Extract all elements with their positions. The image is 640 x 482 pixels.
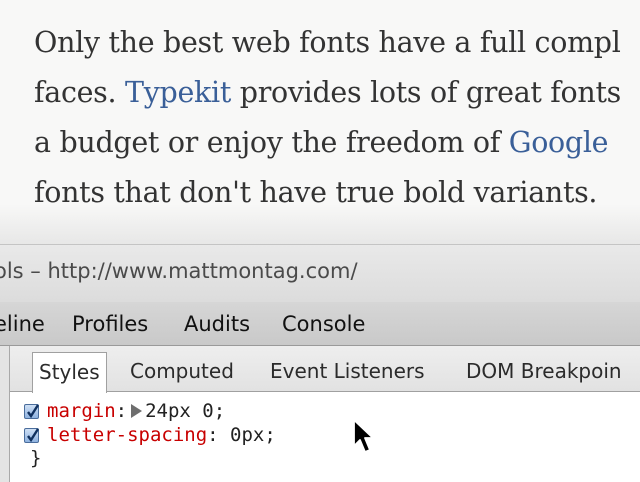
article-line-1: Only the best web fonts have a full comp…: [34, 18, 640, 68]
article-content: Only the best web fonts have a full comp…: [0, 0, 640, 244]
devtools-titlebar[interactable]: ols – http://www.mattmontag.com/: [0, 244, 640, 302]
article-paragraph: Only the best web fonts have a full comp…: [34, 18, 640, 218]
window-title: ols – http://www.mattmontag.com/: [0, 259, 358, 283]
tab-timeline[interactable]: eline: [0, 312, 45, 336]
sidebar-tabbar: Styles Computed Event Listeners DOM Brea…: [10, 346, 640, 393]
rule-closing-brace: }: [30, 447, 42, 469]
article-line-2: faces. Typekit provides lots of great fo…: [34, 68, 640, 118]
article-line-2-text-before: faces.: [34, 76, 126, 109]
triangle-right-icon[interactable]: [131, 404, 143, 418]
tab-profiles[interactable]: Profiles: [72, 312, 148, 336]
article-line-2-text-after: provides lots of great fonts: [230, 76, 622, 109]
tab-console[interactable]: Console: [282, 312, 365, 336]
css-separator: :: [207, 424, 219, 446]
article-line-3-text-before: a budget or enjoy the freedom of: [34, 126, 509, 159]
google-link[interactable]: Google: [509, 126, 609, 159]
css-property-name[interactable]: letter-spacing: [47, 424, 207, 446]
devtools-window: ols – http://www.mattmontag.com/ eline P…: [0, 244, 640, 482]
css-separator: :: [115, 400, 128, 422]
css-property-row: margin: 24px 0;: [24, 399, 225, 423]
devtools-panel-toolbar: eline Profiles Audits Console: [0, 302, 640, 346]
css-rule-body: margin: 24px 0; letter-spacing: 0px; }: [10, 392, 640, 482]
elements-tree-edge[interactable]: [0, 346, 10, 482]
article-line-1-text: Only the best web fonts have a full comp…: [34, 26, 621, 59]
mouse-pointer-icon: [353, 419, 374, 453]
tab-audits[interactable]: Audits: [184, 312, 250, 336]
tab-computed[interactable]: Computed: [124, 351, 240, 391]
typekit-link[interactable]: Typekit: [125, 76, 231, 109]
article-line-3: a budget or enjoy the freedom of Google: [34, 118, 640, 168]
checkmark-icon[interactable]: [24, 428, 40, 443]
article-fade: [0, 204, 640, 244]
tab-event-listeners[interactable]: Event Listeners: [264, 351, 431, 391]
css-property-name[interactable]: margin: [47, 400, 116, 422]
tab-styles[interactable]: Styles: [32, 352, 107, 393]
tab-dom-breakpoints[interactable]: DOM Breakpoin: [460, 351, 628, 391]
css-property-row: letter-spacing: 0px;: [24, 423, 276, 447]
css-property-value[interactable]: 0px;: [219, 424, 276, 446]
checkmark-icon[interactable]: [24, 404, 40, 419]
styles-sidebar: Styles Computed Event Listeners DOM Brea…: [10, 346, 640, 482]
css-property-value[interactable]: 24px 0;: [145, 400, 225, 422]
